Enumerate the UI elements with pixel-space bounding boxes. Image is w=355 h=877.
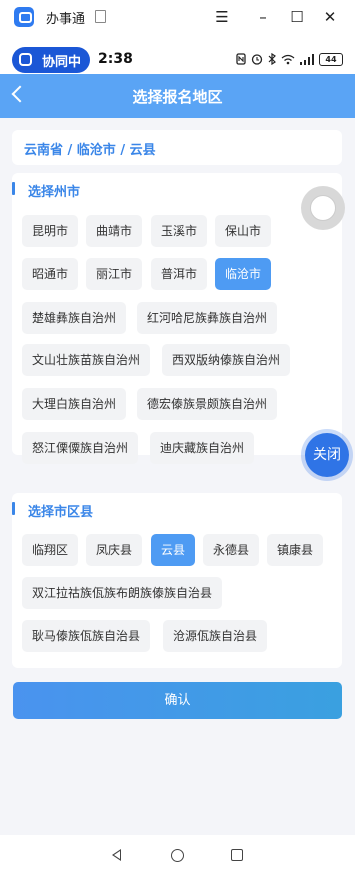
- floating-assistive-button[interactable]: [301, 186, 345, 230]
- pin-window-icon[interactable]: [95, 10, 106, 23]
- nav-recents-icon[interactable]: [231, 849, 243, 861]
- minimize-button[interactable]: –: [250, 4, 276, 30]
- page-title: 选择报名地区: [132, 88, 223, 106]
- county-chip[interactable]: 镇康县: [267, 534, 324, 566]
- battery-icon: 44: [319, 52, 343, 66]
- section-marker: [12, 502, 15, 515]
- city-chip[interactable]: 大理白族自治州: [22, 388, 127, 420]
- collaboration-icon: [19, 53, 32, 66]
- county-section-title: 选择市区县: [28, 505, 94, 520]
- county-chip[interactable]: 凤庆县: [86, 534, 143, 566]
- city-chip[interactable]: 玉溪市: [151, 215, 208, 247]
- county-chip[interactable]: 永德县: [203, 534, 260, 566]
- city-chip[interactable]: 曲靖市: [86, 215, 143, 247]
- city-chip[interactable]: 昭通市: [22, 258, 79, 290]
- county-section: 选择市区县 临翔区 凤庆县 云县 永德县 镇康县 双江拉祜族佤族布朗族傣族自治县…: [12, 493, 342, 668]
- selected-region-path: 云南省 / 临沧市 / 云县: [24, 143, 156, 158]
- signal-icon: [300, 53, 314, 65]
- maximize-button[interactable]: ☐: [284, 4, 310, 30]
- city-chip-selected[interactable]: 临沧市: [215, 258, 272, 290]
- alarm-icon: [251, 54, 263, 65]
- city-chip[interactable]: 丽江市: [86, 258, 143, 290]
- city-chip[interactable]: 普洱市: [151, 258, 208, 290]
- city-chip[interactable]: 昆明市: [22, 215, 79, 247]
- city-chip[interactable]: 红河哈尼族彝族自治州: [137, 302, 278, 334]
- county-chip[interactable]: 耿马傣族佤族自治县: [22, 620, 151, 652]
- confirm-button[interactable]: 确认: [13, 682, 342, 719]
- county-chip[interactable]: 沧源佤族自治县: [163, 620, 268, 652]
- nfc-icon: [236, 53, 246, 65]
- city-chip[interactable]: 保山市: [215, 215, 272, 247]
- menu-button[interactable]: ☰: [209, 4, 235, 30]
- status-bar: 协同中 2:38 44: [0, 34, 355, 74]
- nav-home-icon[interactable]: [171, 849, 184, 862]
- collaboration-label: 协同中: [42, 55, 82, 70]
- county-chip[interactable]: 临翔区: [22, 534, 79, 566]
- city-chip[interactable]: 楚雄彝族自治州: [22, 302, 127, 334]
- county-chip-selected[interactable]: 云县: [151, 534, 196, 566]
- window-titlebar: 办事通 ☰ – ☐ ✕: [0, 0, 355, 34]
- status-icons: 44: [236, 52, 343, 66]
- window-title: 办事通: [46, 12, 86, 27]
- page-header: 选择报名地区: [0, 74, 355, 118]
- city-chip[interactable]: 德宏傣族景颇族自治州: [137, 388, 278, 420]
- floating-close-button[interactable]: 关闭: [305, 433, 349, 477]
- system-navigation-bar: [0, 835, 355, 877]
- city-section: 选择州市 昆明市 曲靖市 玉溪市 保山市 昭通市 丽江市 普洱市 临沧市 楚雄彝…: [12, 173, 342, 464]
- city-chip[interactable]: 迪庆藏族自治州: [150, 432, 255, 464]
- city-chip[interactable]: 西双版纳傣族自治州: [162, 344, 291, 376]
- selected-region-breadcrumb: 云南省 / 临沧市 / 云县: [12, 130, 342, 165]
- collaboration-pill[interactable]: 协同中: [12, 47, 90, 73]
- section-marker: [12, 182, 15, 195]
- bluetooth-icon: [268, 53, 276, 65]
- nav-back-icon[interactable]: [112, 849, 121, 861]
- status-time: 2:38: [98, 51, 133, 67]
- county-chip[interactable]: 双江拉祜族佤族布朗族傣族自治县: [22, 577, 223, 609]
- city-chip[interactable]: 文山壮族苗族自治州: [22, 344, 151, 376]
- app-logo-icon: [14, 7, 34, 27]
- close-window-button[interactable]: ✕: [317, 4, 343, 30]
- wifi-icon: [281, 54, 295, 64]
- city-section-title: 选择州市: [28, 185, 81, 200]
- city-chip[interactable]: 怒江傈僳族自治州: [22, 432, 139, 464]
